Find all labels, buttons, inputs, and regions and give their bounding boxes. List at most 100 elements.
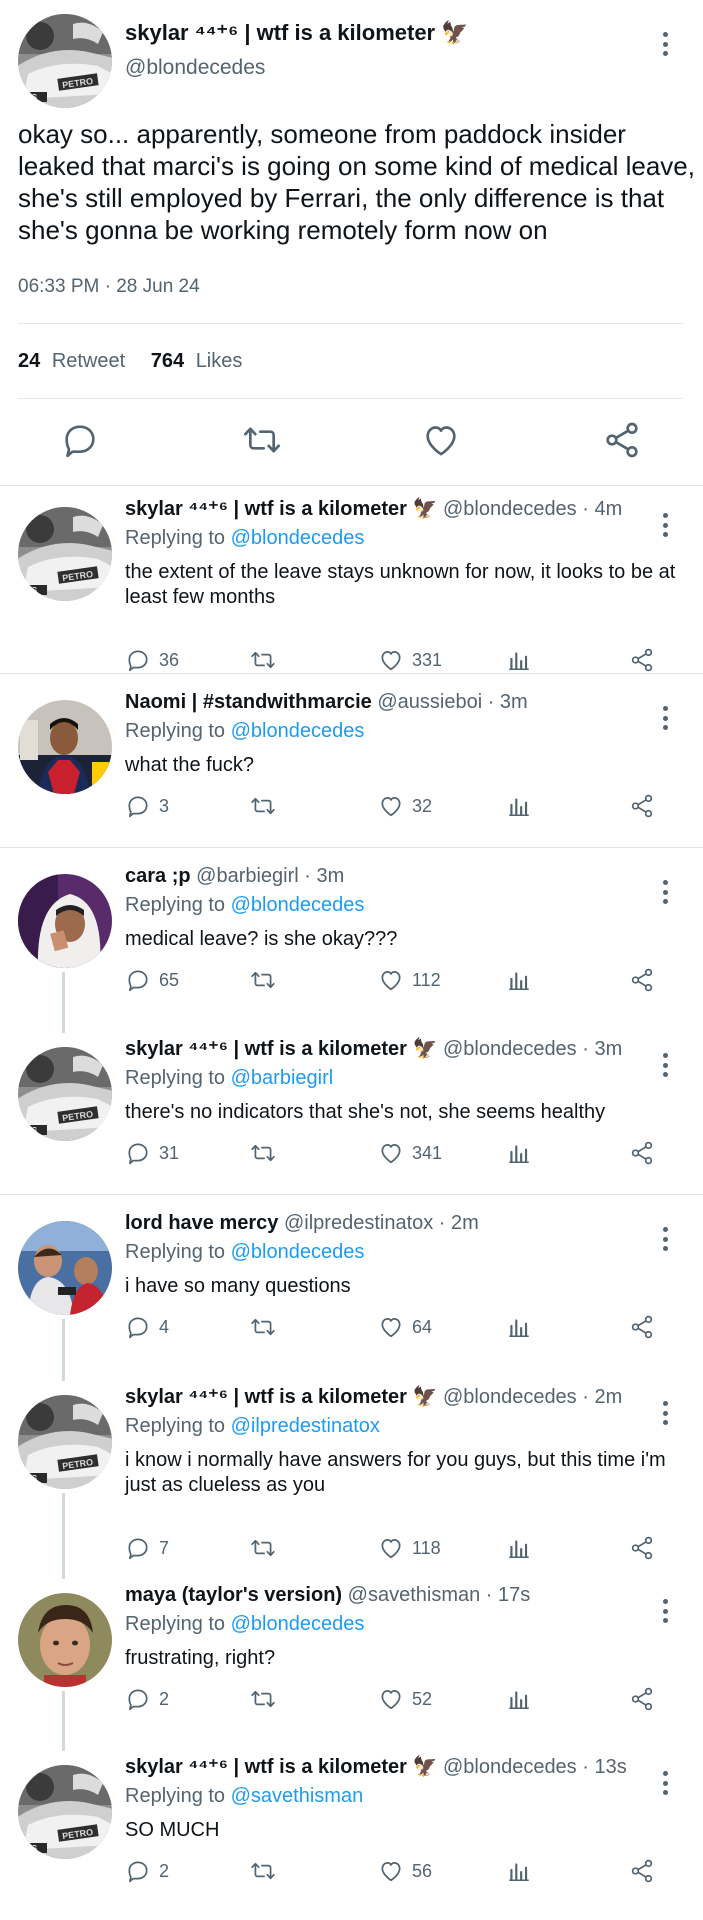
like-button[interactable]: 56 <box>378 1858 432 1884</box>
reply-bubble-icon <box>125 1314 151 1340</box>
author-name[interactable]: cara ;p <box>125 865 191 887</box>
author-handle[interactable]: @aussieboi · 3m <box>377 691 527 713</box>
replying-to-link[interactable]: @barbiegirl <box>231 1067 334 1089</box>
more-vertical-icon[interactable] <box>656 704 674 732</box>
retweet-label[interactable]: Retweet <box>52 350 125 372</box>
reply-button[interactable]: 4 <box>125 1314 169 1340</box>
replying-to: Replying to @blondecedes <box>125 1612 364 1636</box>
author-handle[interactable]: @blondecedes · 4m <box>443 498 622 520</box>
share-button[interactable] <box>629 793 655 819</box>
likes-count[interactable]: 764 <box>151 350 184 372</box>
share-button[interactable] <box>629 967 655 993</box>
share-button[interactable] <box>629 1140 655 1166</box>
retweet-icon <box>250 1858 276 1884</box>
retweet-button[interactable] <box>250 1314 276 1340</box>
more-vertical-icon[interactable] <box>656 30 674 58</box>
views-button[interactable] <box>506 1535 532 1561</box>
replying-to-link[interactable]: @blondecedes <box>231 527 365 549</box>
author-handle[interactable]: @blondecedes <box>125 56 265 80</box>
author-name[interactable]: Naomi | #standwithmarcie <box>125 691 372 713</box>
author-handle[interactable]: @blondecedes · 3m <box>443 1038 622 1060</box>
avatar[interactable] <box>18 700 112 794</box>
like-button[interactable]: 341 <box>378 1140 442 1166</box>
author-handle[interactable]: @barbiegirl · 3m <box>196 865 344 887</box>
avatar[interactable] <box>18 1395 112 1489</box>
views-button[interactable] <box>506 793 532 819</box>
retweet-button[interactable] <box>250 1535 276 1561</box>
like-count: 32 <box>412 795 433 816</box>
avatar[interactable] <box>18 1221 112 1315</box>
share-button[interactable] <box>629 1686 655 1712</box>
retweet-button[interactable] <box>242 420 282 460</box>
replying-to-link[interactable]: @blondecedes <box>231 1241 365 1263</box>
author-name[interactable]: maya (taylor's version) <box>125 1584 342 1606</box>
like-button[interactable]: 52 <box>378 1686 432 1712</box>
share-button[interactable] <box>629 1535 655 1561</box>
avatar[interactable] <box>18 14 112 108</box>
author-name[interactable]: skylar ⁴⁴⁺⁶ | wtf is a kilometer 🦅 <box>125 498 437 520</box>
like-button[interactable]: 118 <box>378 1535 441 1561</box>
like-button[interactable]: 32 <box>378 793 432 819</box>
like-button[interactable] <box>421 420 461 460</box>
retweet-button[interactable] <box>250 647 276 673</box>
reply-button[interactable]: 65 <box>125 967 179 993</box>
avatar[interactable] <box>18 507 112 601</box>
tweet-timestamp[interactable]: 06:33 PM · 28 Jun 24 <box>18 276 200 298</box>
like-button[interactable]: 331 <box>378 647 442 673</box>
more-vertical-icon[interactable] <box>656 1225 674 1253</box>
views-button[interactable] <box>506 1140 532 1166</box>
more-vertical-icon[interactable] <box>656 878 674 906</box>
reply-button[interactable]: 36 <box>125 647 179 673</box>
share-button[interactable] <box>629 1858 655 1884</box>
more-vertical-icon[interactable] <box>656 1769 674 1797</box>
author-name[interactable]: skylar ⁴⁴⁺⁶ | wtf is a kilometer 🦅 <box>125 1038 437 1060</box>
avatar[interactable] <box>18 1593 112 1687</box>
author-handle[interactable]: @ilpredestinatox · 2m <box>284 1212 479 1234</box>
views-button[interactable] <box>506 1314 532 1340</box>
reply-button[interactable] <box>60 420 100 460</box>
reply-button[interactable]: 2 <box>125 1686 169 1712</box>
more-vertical-icon[interactable] <box>656 1051 674 1079</box>
more-vertical-icon[interactable] <box>656 1399 674 1427</box>
more-vertical-icon[interactable] <box>656 511 674 539</box>
avatar[interactable] <box>18 1047 112 1141</box>
share-button[interactable] <box>629 647 655 673</box>
share-button[interactable] <box>602 420 642 460</box>
reply-button[interactable]: 31 <box>125 1140 179 1166</box>
author-handle[interactable]: @blondecedes · 2m <box>443 1386 622 1408</box>
reply-button[interactable]: 3 <box>125 793 169 819</box>
replying-to-link[interactable]: @blondecedes <box>231 720 365 742</box>
views-button[interactable] <box>506 1686 532 1712</box>
views-button[interactable] <box>506 647 532 673</box>
replying-to-link[interactable]: @blondecedes <box>231 894 365 916</box>
retweet-button[interactable] <box>250 967 276 993</box>
retweet-count[interactable]: 24 <box>18 350 40 372</box>
replying-to-link[interactable]: @savethisman <box>231 1785 364 1807</box>
retweet-button[interactable] <box>250 1686 276 1712</box>
retweet-button[interactable] <box>250 793 276 819</box>
like-button[interactable]: 112 <box>378 967 441 993</box>
avatar[interactable] <box>18 874 112 968</box>
share-button[interactable] <box>629 1314 655 1340</box>
views-button[interactable] <box>506 1858 532 1884</box>
author-name[interactable]: lord have mercy <box>125 1212 278 1234</box>
retweet-button[interactable] <box>250 1858 276 1884</box>
author-name[interactable]: skylar ⁴⁴⁺⁶ | wtf is a kilometer 🦅 <box>125 1756 437 1778</box>
replying-to-link[interactable]: @ilpredestinatox <box>231 1415 380 1437</box>
likes-label[interactable]: Likes <box>196 350 243 372</box>
replying-to: Replying to @blondecedes <box>125 1240 364 1264</box>
author-handle[interactable]: @savethisman · 17s <box>348 1584 531 1606</box>
author-name[interactable]: skylar ⁴⁴⁺⁶ | wtf is a kilometer 🦅 <box>125 20 469 46</box>
replying-to-link[interactable]: @blondecedes <box>231 1613 365 1635</box>
more-vertical-icon[interactable] <box>656 1597 674 1625</box>
reply-button[interactable]: 2 <box>125 1858 169 1884</box>
views-button[interactable] <box>506 967 532 993</box>
author-handle[interactable]: @blondecedes · 13s <box>443 1756 627 1778</box>
reply-count: 4 <box>159 1316 170 1337</box>
avatar[interactable] <box>18 1765 112 1859</box>
replying-to-label: Replying to <box>125 1067 226 1089</box>
retweet-button[interactable] <box>250 1140 276 1166</box>
author-name[interactable]: skylar ⁴⁴⁺⁶ | wtf is a kilometer 🦅 <box>125 1386 437 1408</box>
like-button[interactable]: 64 <box>378 1314 432 1340</box>
reply-button[interactable]: 7 <box>125 1535 169 1561</box>
